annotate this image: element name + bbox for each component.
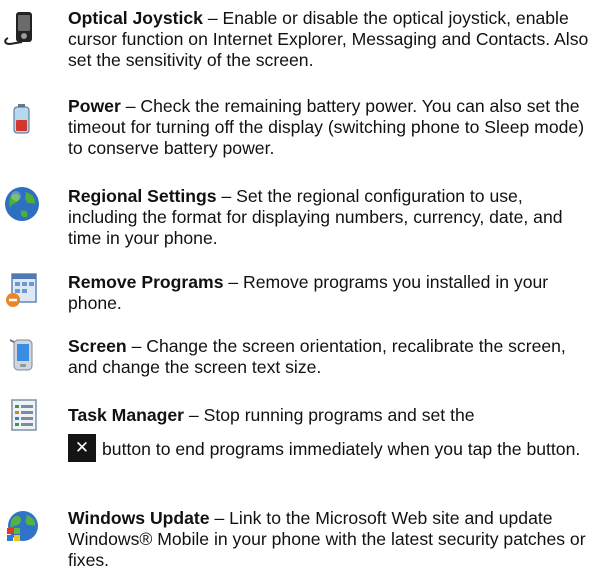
item-description: Remove Programs – Remove programs you in…	[68, 272, 596, 314]
item-title: Task Manager	[68, 405, 185, 425]
item-separator: –	[202, 8, 223, 28]
item-title: Windows Update	[68, 508, 210, 528]
close-button-example: ✕	[68, 434, 96, 463]
item-title: Remove Programs	[68, 272, 224, 292]
optical-joystick-icon	[2, 8, 42, 48]
close-icon: ✕	[74, 438, 90, 458]
item-separator: –	[120, 96, 141, 116]
settings-description-page: Optical Joystick – Enable or disable the…	[0, 0, 606, 578]
item-description: Screen – Change the screen orientation, …	[68, 336, 596, 378]
screen-icon	[2, 334, 42, 374]
item-separator: –	[216, 186, 237, 206]
item-text: Check the remaining battery power. You c…	[68, 96, 585, 158]
globe-icon	[2, 184, 42, 224]
remove-programs-icon	[2, 270, 42, 310]
item-description: Optical Joystick – Enable or disable the…	[68, 8, 596, 71]
battery-icon	[2, 100, 42, 140]
item-title: Regional Settings	[68, 186, 217, 206]
item-separator: –	[184, 405, 204, 425]
item-title: Optical Joystick	[68, 8, 203, 28]
item-description: Task Manager – Stop running programs and…	[68, 398, 596, 466]
item-title: Screen	[68, 336, 127, 356]
item-description: Regional Settings – Set the regional con…	[68, 186, 596, 249]
item-description: Windows Update – Link to the Microsoft W…	[68, 508, 596, 571]
item-title: Power	[68, 96, 121, 116]
item-text-part2: button to end programs immediately when …	[102, 439, 581, 459]
item-separator: –	[126, 336, 147, 356]
task-manager-icon	[2, 396, 42, 436]
item-separator: –	[209, 508, 230, 528]
item-description: Power – Check the remaining battery powe…	[68, 96, 596, 159]
windows-update-icon	[2, 506, 42, 546]
item-separator: –	[223, 272, 244, 292]
item-text-part1: Stop running programs and set the	[203, 405, 475, 425]
